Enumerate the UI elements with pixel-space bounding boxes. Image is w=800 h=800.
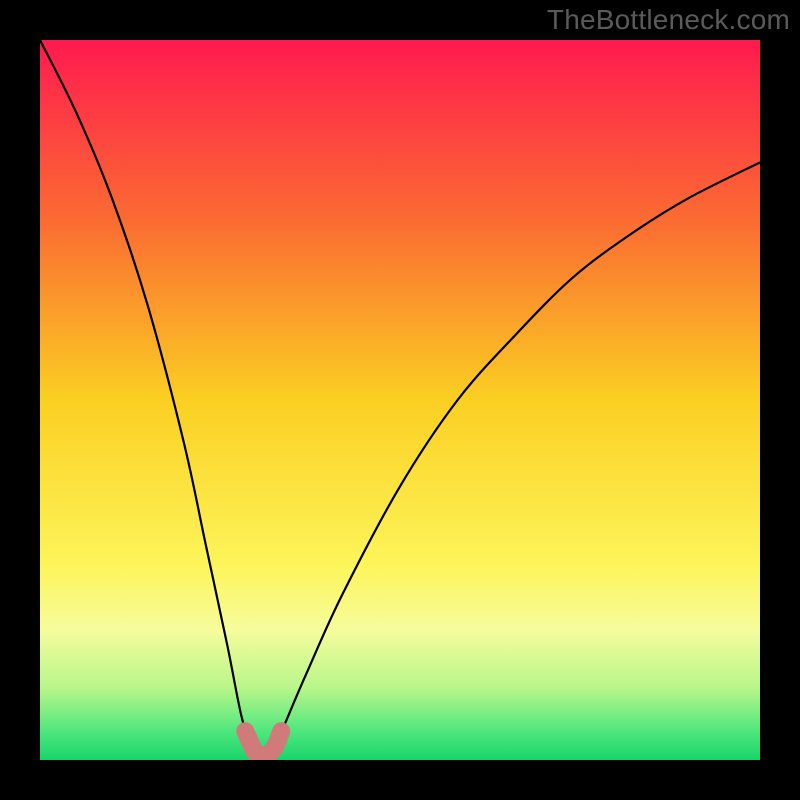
chart-svg bbox=[40, 40, 760, 760]
watermark-text: TheBottleneck.com bbox=[547, 4, 790, 36]
gradient-background bbox=[40, 40, 760, 760]
chart-frame: TheBottleneck.com bbox=[0, 0, 800, 800]
plot-area bbox=[40, 40, 760, 760]
